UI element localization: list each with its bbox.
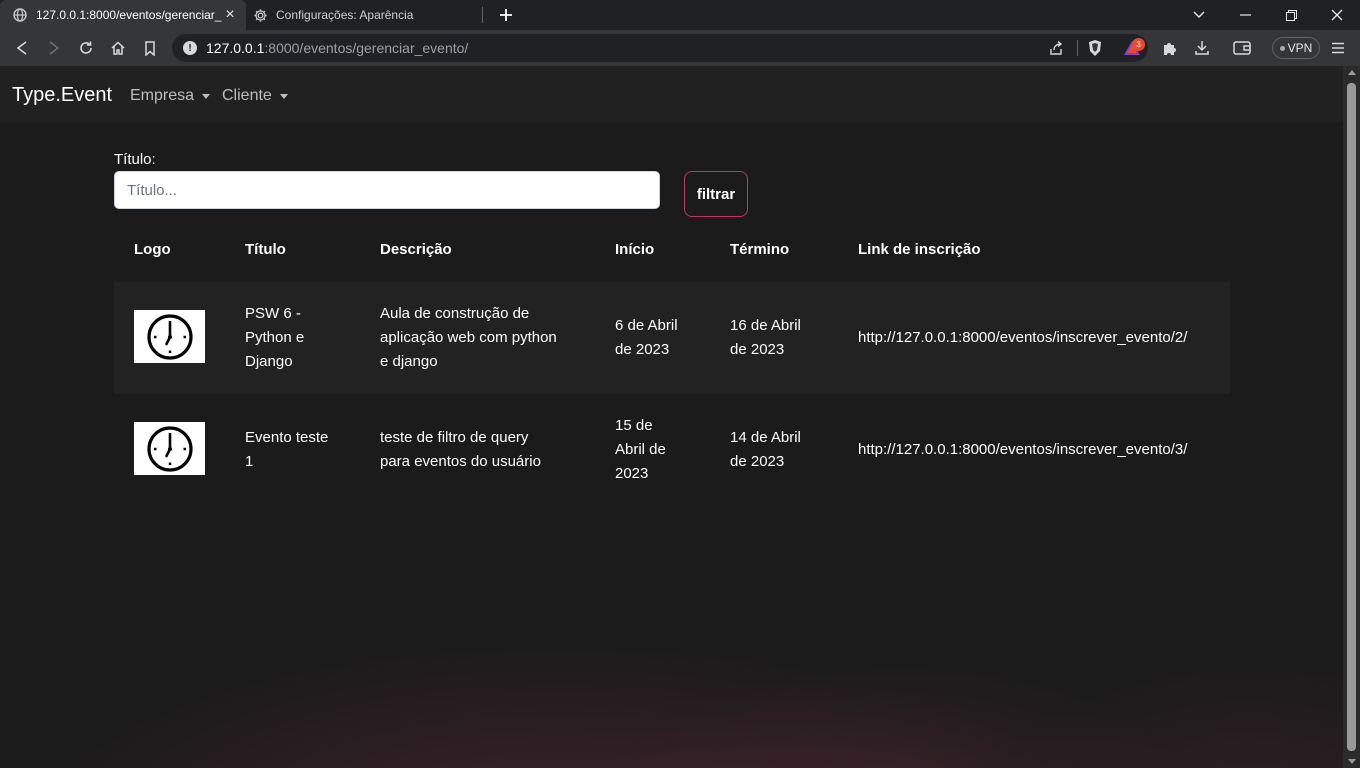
- event-start-date: 6 de Abril de 2023: [615, 314, 678, 362]
- event-end-line: 16 de Abril: [730, 317, 801, 334]
- site-info-icon[interactable]: !: [183, 41, 197, 55]
- event-description-line: Aula de construção de: [380, 305, 530, 322]
- clock-icon: [146, 425, 193, 472]
- event-logo: [134, 422, 205, 475]
- event-end-date: 16 de Abril de 2023: [730, 314, 801, 362]
- back-icon[interactable]: [10, 36, 34, 60]
- column-header-link: Link de inscrição: [858, 241, 981, 258]
- address-url: 127.0.0.1:8000/eventos/gerenciar_evento/: [206, 40, 468, 56]
- event-description-line: aplicação web com python: [380, 329, 557, 346]
- event-description: teste de filtro de query para eventos do…: [380, 426, 541, 474]
- downloads-icon[interactable]: [1190, 36, 1214, 60]
- gear-icon: [252, 7, 268, 23]
- column-header-descricao: Descrição: [380, 241, 452, 258]
- event-description-line: teste de filtro de query: [380, 429, 529, 446]
- home-icon[interactable]: [106, 36, 130, 60]
- address-path: :8000/eventos/gerenciar_evento/: [264, 40, 469, 56]
- globe-icon: [12, 7, 28, 23]
- nav-label: Empresa: [130, 87, 195, 104]
- event-title-line: 1: [245, 453, 254, 470]
- caret-down-icon: [279, 94, 288, 99]
- scroll-down-arrow-icon[interactable]: [1348, 759, 1356, 764]
- page-content: Type.Event Empresa Cliente Título: filtr…: [0, 66, 1343, 768]
- event-start-date: 15 de Abril de 2023: [615, 414, 666, 486]
- scrollbar-thumb[interactable]: [1347, 83, 1356, 751]
- filter-label: Título:: [114, 151, 156, 168]
- reload-icon[interactable]: [74, 36, 98, 60]
- forward-icon[interactable]: [42, 36, 66, 60]
- column-header-inicio: Início: [615, 241, 655, 258]
- event-end-line: de 2023: [730, 453, 785, 470]
- event-end-line: de 2023: [730, 341, 785, 358]
- bookmark-icon[interactable]: [138, 36, 162, 60]
- event-title: Evento teste 1: [245, 426, 328, 474]
- column-header-logo: Logo: [134, 241, 171, 258]
- event-start-line: de 2023: [615, 341, 670, 358]
- tab-search-chevron-icon[interactable]: [1176, 0, 1222, 30]
- tab-configuracoes[interactable]: Configurações: Aparência: [246, 0, 482, 30]
- menu-icon[interactable]: [1326, 36, 1350, 60]
- vpn-status-dot: [1279, 45, 1285, 51]
- scroll-up-arrow-icon[interactable]: [1348, 70, 1356, 75]
- wallet-icon[interactable]: [1230, 36, 1254, 60]
- nav-cliente-dropdown[interactable]: Cliente: [222, 87, 288, 105]
- column-header-termino: Término: [730, 241, 790, 258]
- tab-title: Configurações: Aparência: [276, 8, 414, 22]
- event-title-line: PSW 6 -: [245, 305, 301, 322]
- registration-link: http://127.0.0.1:8000/eventos/inscrever_…: [858, 329, 1188, 346]
- address-bar[interactable]: ! 127.0.0.1:8000/eventos/gerenciar_event…: [172, 34, 1148, 62]
- event-end-date: 14 de Abril de 2023: [730, 426, 801, 474]
- site-navbar: Type.Event Empresa Cliente: [0, 66, 1343, 122]
- event-description-line: para eventos do usuário: [380, 453, 541, 470]
- tab-title: 127.0.0.1:8000/eventos/gerenciar_evento/: [36, 8, 222, 22]
- table-row: PSW 6 - Python e Django Aula de construç…: [114, 282, 1230, 394]
- address-host: 127.0.0.1: [206, 40, 265, 56]
- filter-button[interactable]: filtrar: [684, 171, 748, 217]
- event-description-line: e django: [380, 353, 438, 370]
- minimize-window-button[interactable]: [1222, 0, 1268, 30]
- nav-empresa-dropdown[interactable]: Empresa: [130, 87, 211, 105]
- table-row: Evento teste 1 teste de filtro de query …: [114, 394, 1230, 506]
- rewards-badge: 3: [1132, 38, 1145, 51]
- new-tab-button[interactable]: [494, 3, 518, 27]
- event-description: Aula de construção de aplicação web com …: [380, 302, 557, 374]
- brave-shields-icon[interactable]: [1087, 39, 1103, 62]
- caret-down-icon: [202, 94, 211, 99]
- page-scrollbar[interactable]: [1343, 66, 1360, 768]
- event-start-line: Abril de: [615, 441, 666, 458]
- event-title-line: Python e: [245, 329, 305, 346]
- brand-logo[interactable]: Type.Event: [12, 84, 112, 107]
- event-title-line: Evento teste: [245, 429, 329, 446]
- event-start-line: 6 de Abril: [615, 317, 678, 334]
- nav-label: Cliente: [222, 87, 272, 104]
- vpn-button[interactable]: VPN: [1272, 37, 1320, 59]
- tab-gerenciar-evento[interactable]: 127.0.0.1:8000/eventos/gerenciar_evento/…: [0, 0, 246, 30]
- browser-tab-strip: 127.0.0.1:8000/eventos/gerenciar_evento/…: [0, 0, 1360, 30]
- event-end-line: 14 de Abril: [730, 429, 801, 446]
- event-title-line: Django: [245, 353, 293, 370]
- vpn-label: VPN: [1287, 41, 1313, 55]
- registration-link: http://127.0.0.1:8000/eventos/inscrever_…: [858, 441, 1188, 458]
- restore-window-button[interactable]: [1268, 0, 1314, 30]
- share-icon[interactable]: [1048, 40, 1064, 61]
- event-start-line: 15 de: [615, 417, 653, 434]
- browser-toolbar: ! 127.0.0.1:8000/eventos/gerenciar_event…: [0, 30, 1360, 66]
- extensions-icon[interactable]: [1158, 36, 1182, 60]
- separator: [1077, 40, 1078, 56]
- title-search-input[interactable]: [114, 171, 660, 209]
- column-header-titulo: Título: [245, 241, 286, 258]
- event-title: PSW 6 - Python e Django: [245, 302, 304, 374]
- tab-separator: [482, 7, 483, 23]
- close-tab-icon[interactable]: ×: [222, 6, 238, 23]
- close-window-button[interactable]: [1314, 0, 1360, 30]
- clock-icon: [146, 313, 193, 360]
- event-start-line: 2023: [615, 465, 649, 482]
- event-logo: [134, 310, 205, 363]
